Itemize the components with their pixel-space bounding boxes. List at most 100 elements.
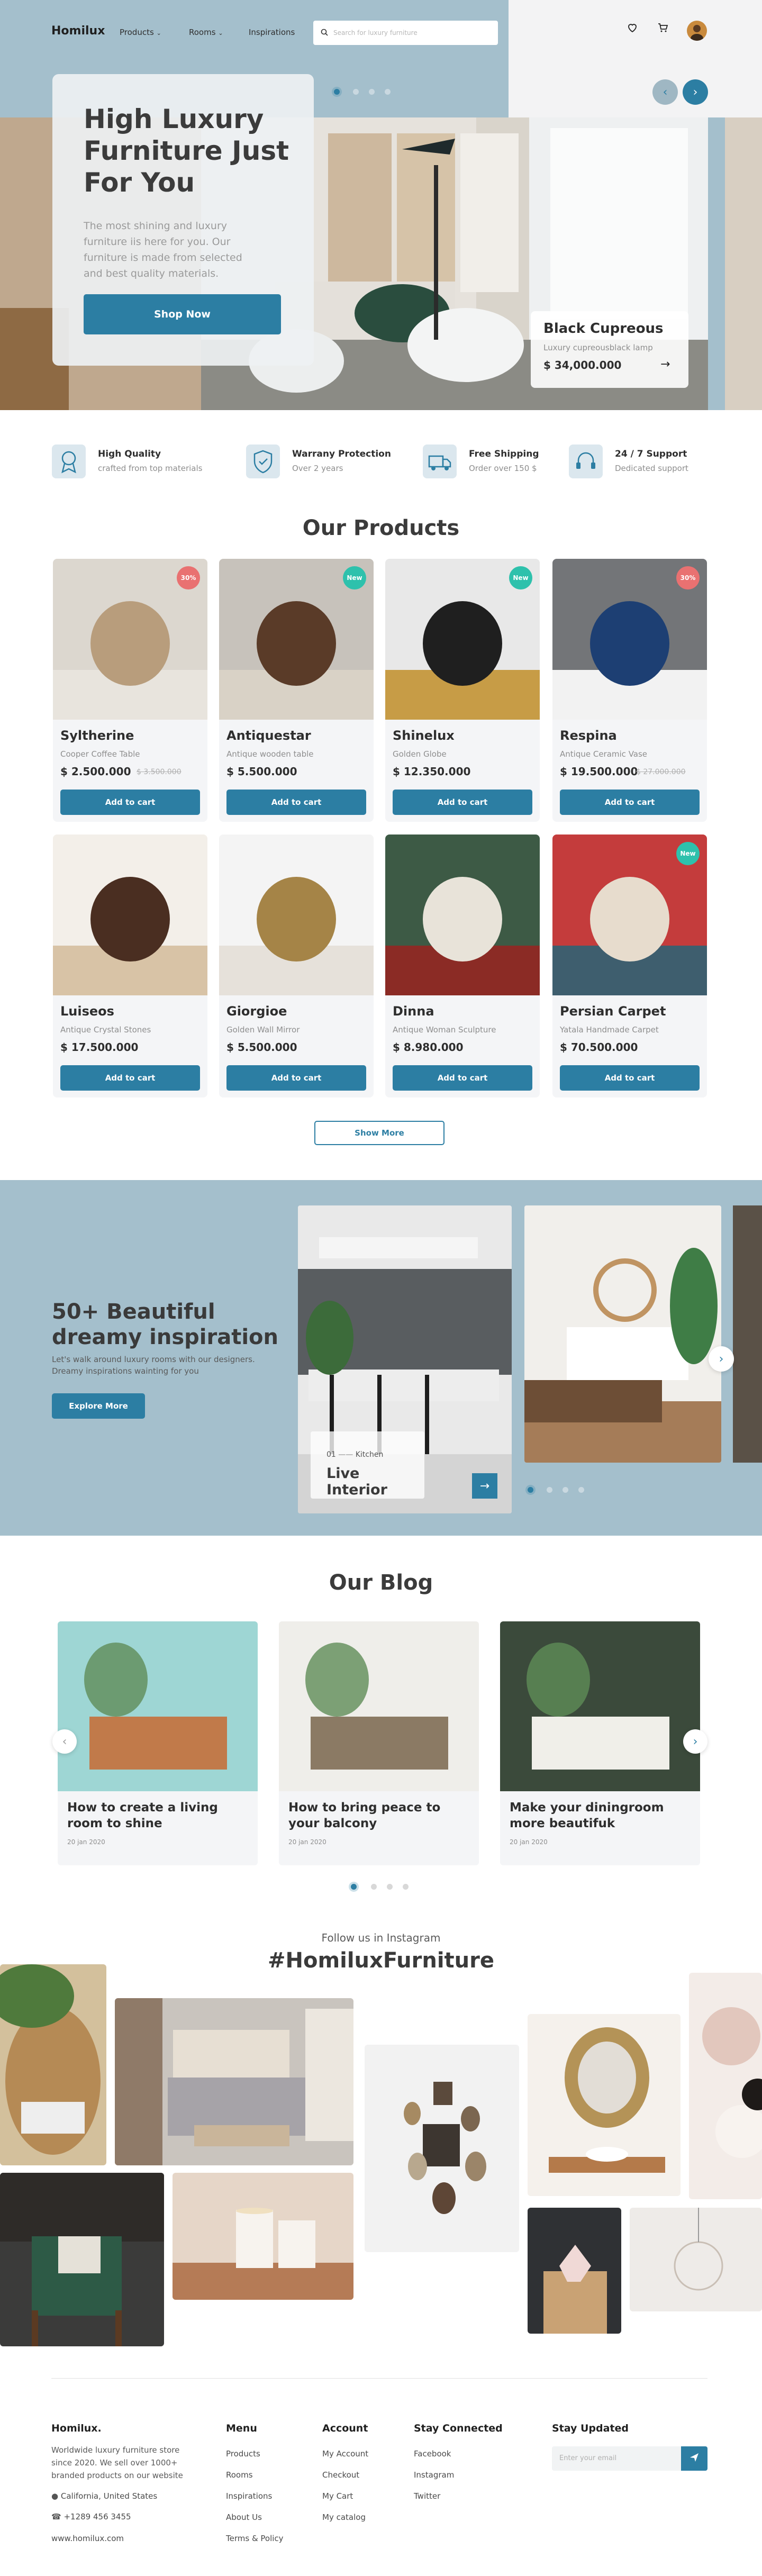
instagram-photo-roses[interactable] bbox=[689, 1973, 762, 2199]
footer-link[interactable]: About Us bbox=[226, 2512, 262, 2522]
inspiration-image-bedroom[interactable] bbox=[524, 1205, 721, 1463]
instagram-photo-glass-ball[interactable] bbox=[630, 2208, 762, 2311]
blog-card[interactable]: Make your diningroom more beautifuk 20 ja… bbox=[500, 1621, 700, 1865]
product-image[interactable] bbox=[385, 835, 540, 995]
footer-link[interactable]: My catalog bbox=[322, 2512, 366, 2522]
blog-title[interactable]: How to create a living room to shine bbox=[67, 1800, 242, 1831]
instagram-photo-bedroom[interactable] bbox=[115, 1998, 353, 2165]
hero-prev-button[interactable]: ‹ bbox=[652, 79, 678, 105]
product-image[interactable] bbox=[53, 835, 207, 995]
blog-image[interactable] bbox=[279, 1621, 479, 1791]
footer-link[interactable]: Checkout bbox=[322, 2470, 359, 2480]
blog-image[interactable] bbox=[58, 1621, 258, 1791]
footer-divider bbox=[51, 2378, 707, 2379]
product-card[interactable]: Dinna Antique Woman Sculpture $ 8.980.000 A… bbox=[385, 835, 540, 1097]
spotlight-price: $ 34,000.000 bbox=[543, 359, 622, 371]
footer-link[interactable]: Instagram bbox=[414, 2470, 454, 2480]
product-price: $ 5.500.000 bbox=[226, 1041, 297, 1054]
instagram-photo-candles[interactable] bbox=[173, 2173, 353, 2300]
explore-more-button[interactable]: Explore More bbox=[52, 1393, 145, 1419]
search-input[interactable]: Search for luxury furniture bbox=[333, 29, 418, 37]
hero-dot-4[interactable] bbox=[385, 89, 391, 95]
chevron-left-icon: ‹ bbox=[663, 85, 668, 99]
nav-products[interactable]: Products ⌄ bbox=[120, 28, 161, 37]
cart-icon[interactable] bbox=[657, 21, 669, 36]
avatar[interactable] bbox=[687, 21, 707, 41]
heart-icon[interactable] bbox=[626, 21, 639, 36]
instagram-photo-crystal[interactable] bbox=[528, 2208, 621, 2334]
nav-rooms-label: Rooms bbox=[189, 28, 216, 37]
instagram-photo-rattan-chair[interactable] bbox=[0, 1964, 106, 2165]
product-price: $ 2.500.000 bbox=[60, 765, 131, 778]
blog-prev-button[interactable]: ‹ bbox=[52, 1729, 77, 1754]
product-card[interactable]: New Shinelux Golden Globe $ 12.350.000 Add t… bbox=[385, 559, 540, 822]
nav-inspirations-label: Inspirations bbox=[249, 28, 295, 37]
footer-link[interactable]: Facebook bbox=[414, 2449, 451, 2459]
product-card[interactable]: New Persian Carpet Yatala Handmade Carpet $… bbox=[552, 835, 707, 1097]
instagram-photo-gold-mirror[interactable] bbox=[528, 2014, 681, 2196]
chevron-down-icon: ⌄ bbox=[156, 30, 161, 37]
inspiration-arrow-button[interactable]: → bbox=[472, 1473, 497, 1499]
product-old-price: $ 3.500.000 bbox=[137, 768, 182, 776]
hero-dot-2[interactable] bbox=[353, 89, 359, 95]
product-card[interactable]: Giorgioe Golden Wall Mirror $ 5.500.000 Add… bbox=[219, 835, 374, 1097]
product-card[interactable]: New Antiquestar Antique wooden table $ 5.50… bbox=[219, 559, 374, 822]
instagram-photo-green-chair[interactable] bbox=[0, 2173, 164, 2346]
footer-link[interactable]: Terms & Policy bbox=[226, 2534, 284, 2543]
blog-image[interactable] bbox=[500, 1621, 700, 1791]
product-card[interactable]: 30% Respina Antique Ceramic Vase $ 19.500.0… bbox=[552, 559, 707, 822]
logo[interactable]: Homilux bbox=[51, 24, 105, 38]
add-to-cart-button[interactable]: Add to cart bbox=[60, 790, 200, 815]
nav-rooms[interactable]: Rooms ⌄ bbox=[189, 28, 223, 37]
product-card[interactable]: Luiseos Antique Crystal Stones $ 17.500.00… bbox=[53, 835, 207, 1097]
product-old-price: $ 27.000.000 bbox=[636, 768, 686, 776]
blog-dot-3[interactable] bbox=[387, 1884, 393, 1890]
blog-title[interactable]: Make your diningroom more beautifuk bbox=[510, 1800, 684, 1831]
inspiration-dot-2[interactable] bbox=[547, 1487, 552, 1493]
instagram-photo-mirrors[interactable] bbox=[365, 2045, 519, 2252]
footer-link[interactable]: Twitter bbox=[414, 2491, 440, 2501]
footer-link[interactable]: Rooms bbox=[226, 2470, 253, 2480]
add-to-cart-button[interactable]: Add to cart bbox=[226, 790, 366, 815]
nav-inspirations[interactable]: Inspirations bbox=[249, 28, 295, 37]
footer-link[interactable]: Products bbox=[226, 2449, 260, 2459]
newsletter-email-input[interactable]: Enter your email bbox=[552, 2446, 681, 2471]
product-card[interactable]: 30% Syltherine Cooper Coffee Table $ 2.500.… bbox=[53, 559, 207, 822]
blog-card[interactable]: How to create a living room to shine 20 j… bbox=[58, 1621, 258, 1865]
blog-title[interactable]: How to bring peace to your balcony bbox=[288, 1800, 463, 1831]
inspiration-dot-4[interactable] bbox=[578, 1487, 584, 1493]
hero-dot-1[interactable] bbox=[334, 89, 340, 95]
footer-link[interactable]: My Cart bbox=[322, 2491, 353, 2501]
feature-sub-4: Dedicated support bbox=[615, 464, 688, 473]
blog-card[interactable]: How to bring peace to your balcony 20 jan… bbox=[279, 1621, 479, 1865]
blog-dot-4[interactable] bbox=[403, 1884, 409, 1890]
blog-next-button[interactable]: › bbox=[683, 1729, 707, 1754]
footer-social-title: Stay Connected bbox=[414, 2423, 503, 2434]
inspiration-dot-3[interactable] bbox=[563, 1487, 568, 1493]
hero-next-button[interactable]: › bbox=[683, 79, 708, 105]
inspiration-title: 50+ Beautiful dreamy inspiration bbox=[52, 1300, 279, 1349]
arrow-right-icon[interactable]: → bbox=[660, 358, 670, 371]
inspiration-dot-1[interactable] bbox=[528, 1487, 533, 1493]
blog-dot-2[interactable] bbox=[371, 1884, 377, 1890]
product-image[interactable] bbox=[219, 835, 374, 995]
add-to-cart-button[interactable]: Add to cart bbox=[393, 1065, 532, 1091]
chevron-right-icon: › bbox=[693, 85, 698, 99]
inspiration-next-button[interactable]: › bbox=[709, 1346, 734, 1372]
hero-dot-3[interactable] bbox=[369, 89, 375, 95]
add-to-cart-button[interactable]: Add to cart bbox=[226, 1065, 366, 1091]
add-to-cart-button[interactable]: Add to cart bbox=[560, 790, 700, 815]
add-to-cart-button[interactable]: Add to cart bbox=[60, 1065, 200, 1091]
shop-now-button[interactable]: Shop Now bbox=[84, 294, 281, 334]
add-to-cart-button[interactable]: Add to cart bbox=[560, 1065, 700, 1091]
feature-title-1: High Quality bbox=[98, 449, 161, 459]
blog-dot-1[interactable] bbox=[351, 1884, 357, 1890]
footer-link[interactable]: My Account bbox=[322, 2449, 368, 2459]
product-spotlight-card[interactable]: Black Cupreous Luxury cupreousblack lamp… bbox=[531, 311, 688, 388]
footer-link[interactable]: Inspirations bbox=[226, 2491, 272, 2501]
add-to-cart-button[interactable]: Add to cart bbox=[393, 790, 532, 815]
newsletter-send-button[interactable] bbox=[681, 2446, 707, 2471]
search-box[interactable]: Search for luxury furniture bbox=[313, 21, 498, 45]
footer-site[interactable]: www.homilux.com bbox=[51, 2534, 124, 2543]
show-more-button[interactable]: Show More bbox=[314, 1121, 444, 1145]
